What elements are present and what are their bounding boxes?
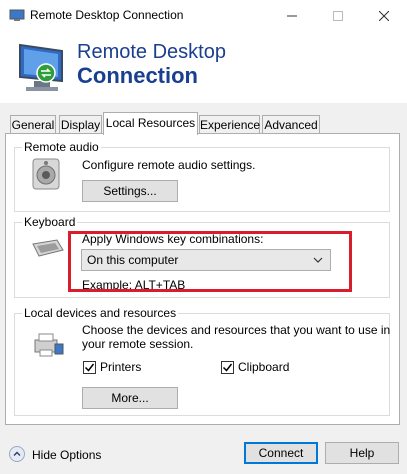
keyboard-icon — [32, 239, 64, 257]
close-icon — [379, 10, 389, 21]
close-button[interactable] — [361, 0, 407, 31]
tab-general[interactable]: General — [10, 115, 56, 134]
speaker-icon — [32, 158, 60, 190]
audio-settings-button[interactable]: Settings... — [82, 180, 178, 202]
app-icon — [9, 9, 25, 21]
checkmark-icon — [84, 363, 95, 372]
local-devices-description-line2: your remote session. — [82, 337, 194, 351]
keyboard-title: Keyboard — [22, 215, 78, 229]
minimize-button[interactable] — [269, 0, 315, 31]
remote-audio-title: Remote audio — [22, 140, 101, 154]
devices-icon — [34, 333, 64, 357]
remote-audio-group — [14, 147, 390, 212]
chevron-up-icon — [13, 451, 21, 456]
window-title: Remote Desktop Connection — [30, 8, 184, 22]
minimize-icon — [287, 15, 297, 16]
tab-advanced[interactable]: Advanced — [262, 115, 320, 134]
remote-audio-description: Configure remote audio settings. — [82, 158, 256, 172]
hide-options-toggle[interactable] — [9, 446, 25, 462]
local-devices-description-line1: Choose the devices and resources that yo… — [82, 323, 391, 337]
printers-checkbox[interactable] — [83, 361, 96, 374]
tab-local-resources[interactable]: Local Resources — [103, 112, 198, 135]
tab-experience[interactable]: Experience — [199, 115, 260, 134]
more-button[interactable]: More... — [82, 387, 178, 409]
hide-options-label[interactable]: Hide Options — [32, 448, 101, 462]
local-devices-title: Local devices and resources — [22, 306, 179, 320]
header-title-line1: Remote Desktop — [77, 41, 226, 63]
clipboard-label[interactable]: Clipboard — [238, 360, 289, 374]
header-banner: Remote Desktop Connection — [0, 31, 407, 103]
highlight-annotation — [68, 231, 352, 292]
checkmark-icon — [222, 363, 233, 372]
tab-display[interactable]: Display — [59, 115, 102, 134]
maximize-icon — [333, 10, 343, 21]
header-title-line2: Connection — [77, 63, 198, 88]
maximize-button[interactable] — [315, 0, 361, 31]
remote-desktop-logo-icon — [19, 43, 63, 91]
connect-button[interactable]: Connect — [244, 442, 318, 464]
help-button[interactable]: Help — [325, 442, 399, 464]
clipboard-checkbox[interactable] — [221, 361, 234, 374]
printers-label[interactable]: Printers — [100, 360, 141, 374]
